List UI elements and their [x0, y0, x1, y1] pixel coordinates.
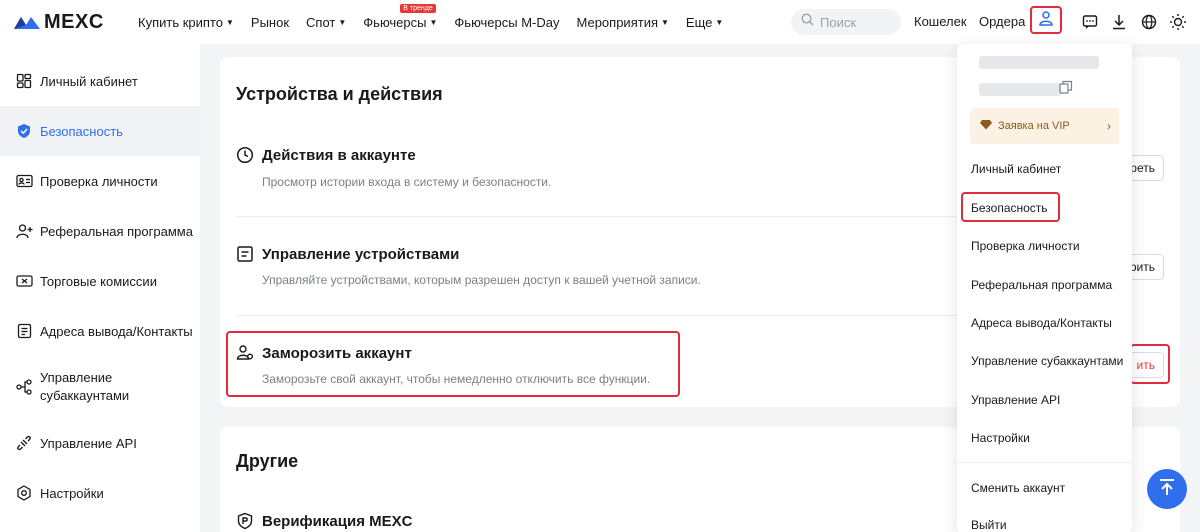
chevron-right-icon: ›: [1107, 119, 1111, 133]
menu-item-referral[interactable]: Реферальная программа: [971, 278, 1112, 292]
chevron-down-icon: ▼: [661, 17, 669, 27]
sidebar-item-subaccounts[interactable]: Управление субаккаунтами: [0, 356, 200, 418]
sidebar-item-dashboard[interactable]: Личный кабинет: [0, 56, 200, 106]
copy-icon[interactable]: [1059, 80, 1073, 99]
menu-security-highlight: [961, 192, 1060, 222]
divider: [236, 315, 960, 316]
menu-item-settings[interactable]: Настройки: [971, 431, 1030, 445]
arrow-up-icon: [1157, 477, 1177, 502]
mexc-logo[interactable]: MEXC: [14, 11, 132, 34]
id-card-icon: [15, 172, 33, 190]
chevron-down-icon: ▼: [338, 17, 347, 27]
top-header: MEXC Купить крипто ▼ Рынок Спот ▼ В тренде…: [0, 0, 1200, 44]
ticket-icon: [15, 272, 33, 290]
menu-item-logout[interactable]: Выйти: [971, 518, 1007, 532]
account-activity-title: Действия в аккаунте: [236, 146, 416, 164]
sidebar-item-security[interactable]: Безопасность: [0, 106, 200, 156]
shield-icon: [15, 122, 33, 140]
search-input[interactable]: [820, 14, 890, 30]
subaccount-icon: [15, 378, 33, 396]
menu-divider: [957, 462, 1132, 463]
user-dropdown-menu: Заявка на VIP › Личный кабинет Безопасно…: [957, 44, 1132, 532]
nav-events[interactable]: Мероприятия ▼: [577, 15, 669, 30]
mexc-verification-title: Верификация MEXC: [236, 512, 412, 530]
list-icon: [236, 245, 254, 263]
add-user-icon: [15, 222, 33, 240]
sidebar-item-addresses[interactable]: Адреса вывода/Контакты: [0, 306, 200, 356]
address-icon: [15, 322, 33, 340]
device-management-desc: Управляйте устройствами, которым разреше…: [262, 273, 701, 287]
dashboard-icon: [15, 72, 33, 90]
masked-uid: [979, 83, 1061, 96]
account-activity-desc: Просмотр истории входа в систему и безоп…: [262, 175, 552, 189]
clock-icon: [236, 146, 254, 164]
nav-market[interactable]: Рынок: [251, 15, 289, 30]
trending-badge: В тренде: [400, 3, 436, 13]
divider: [236, 216, 960, 217]
api-icon: [15, 434, 33, 452]
search-box[interactable]: [791, 9, 901, 35]
sidebar-item-fees[interactable]: Торговые комиссии: [0, 256, 200, 306]
settings-icon: [15, 484, 33, 502]
sidebar-item-referral[interactable]: Реферальная программа: [0, 206, 200, 256]
search-icon: [801, 13, 814, 31]
menu-item-subaccounts[interactable]: Управление субаккаунтами: [971, 354, 1123, 368]
theme-icon[interactable]: [1167, 11, 1189, 33]
sidebar: Личный кабинет Безопасность Проверка лич…: [0, 44, 200, 532]
masked-email: [979, 56, 1099, 69]
chevron-down-icon: ▼: [715, 17, 724, 27]
verification-badge-icon: [236, 512, 254, 530]
main-nav: Купить крипто ▼ Рынок Спот ▼ В тренде Фьюче…: [138, 0, 740, 44]
menu-item-switch-account[interactable]: Сменить аккаунт: [971, 481, 1065, 495]
freeze-account-highlight: [226, 331, 680, 397]
back-to-top-button[interactable]: [1147, 469, 1187, 509]
chat-icon[interactable]: [1079, 11, 1101, 33]
others-section-title: Другие: [236, 451, 299, 471]
menu-item-dashboard[interactable]: Личный кабинет: [971, 162, 1061, 176]
devices-section-title: Устройства и действия: [236, 84, 443, 104]
sidebar-item-settings[interactable]: Настройки: [0, 468, 200, 518]
vip-application-button[interactable]: Заявка на VIP ›: [970, 108, 1119, 144]
menu-item-addresses[interactable]: Адреса вывода/Контакты: [971, 316, 1112, 330]
logo-text: MEXC: [44, 10, 104, 33]
chevron-down-icon: ▼: [429, 17, 438, 27]
freeze-button-highlight: [1130, 344, 1170, 384]
nav-buy-crypto[interactable]: Купить крипто ▼: [138, 15, 234, 30]
diamond-icon: [980, 119, 992, 133]
wallet-link[interactable]: Кошелек: [914, 14, 967, 29]
sidebar-item-identity[interactable]: Проверка личности: [0, 156, 200, 206]
orders-link[interactable]: Ордера: [979, 14, 1025, 29]
user-menu-button[interactable]: [1030, 6, 1062, 34]
nav-futures[interactable]: В тренде Фьючерсы ▼: [363, 3, 438, 30]
menu-item-api[interactable]: Управление API: [971, 393, 1060, 407]
device-management-title: Управление устройствами: [236, 245, 459, 263]
user-icon: [1038, 10, 1054, 31]
nav-spot[interactable]: Спот ▼: [306, 15, 346, 30]
nav-more[interactable]: Еще ▼: [686, 15, 723, 30]
nav-futures-mday[interactable]: Фьючерсы M-Day: [454, 15, 559, 30]
chevron-down-icon: ▼: [225, 17, 234, 27]
mexc-logo-icon: [14, 15, 40, 29]
globe-icon[interactable]: [1138, 11, 1160, 33]
menu-item-identity[interactable]: Проверка личности: [971, 239, 1080, 253]
download-icon[interactable]: [1108, 11, 1130, 33]
sidebar-item-api[interactable]: Управление API: [0, 418, 200, 468]
